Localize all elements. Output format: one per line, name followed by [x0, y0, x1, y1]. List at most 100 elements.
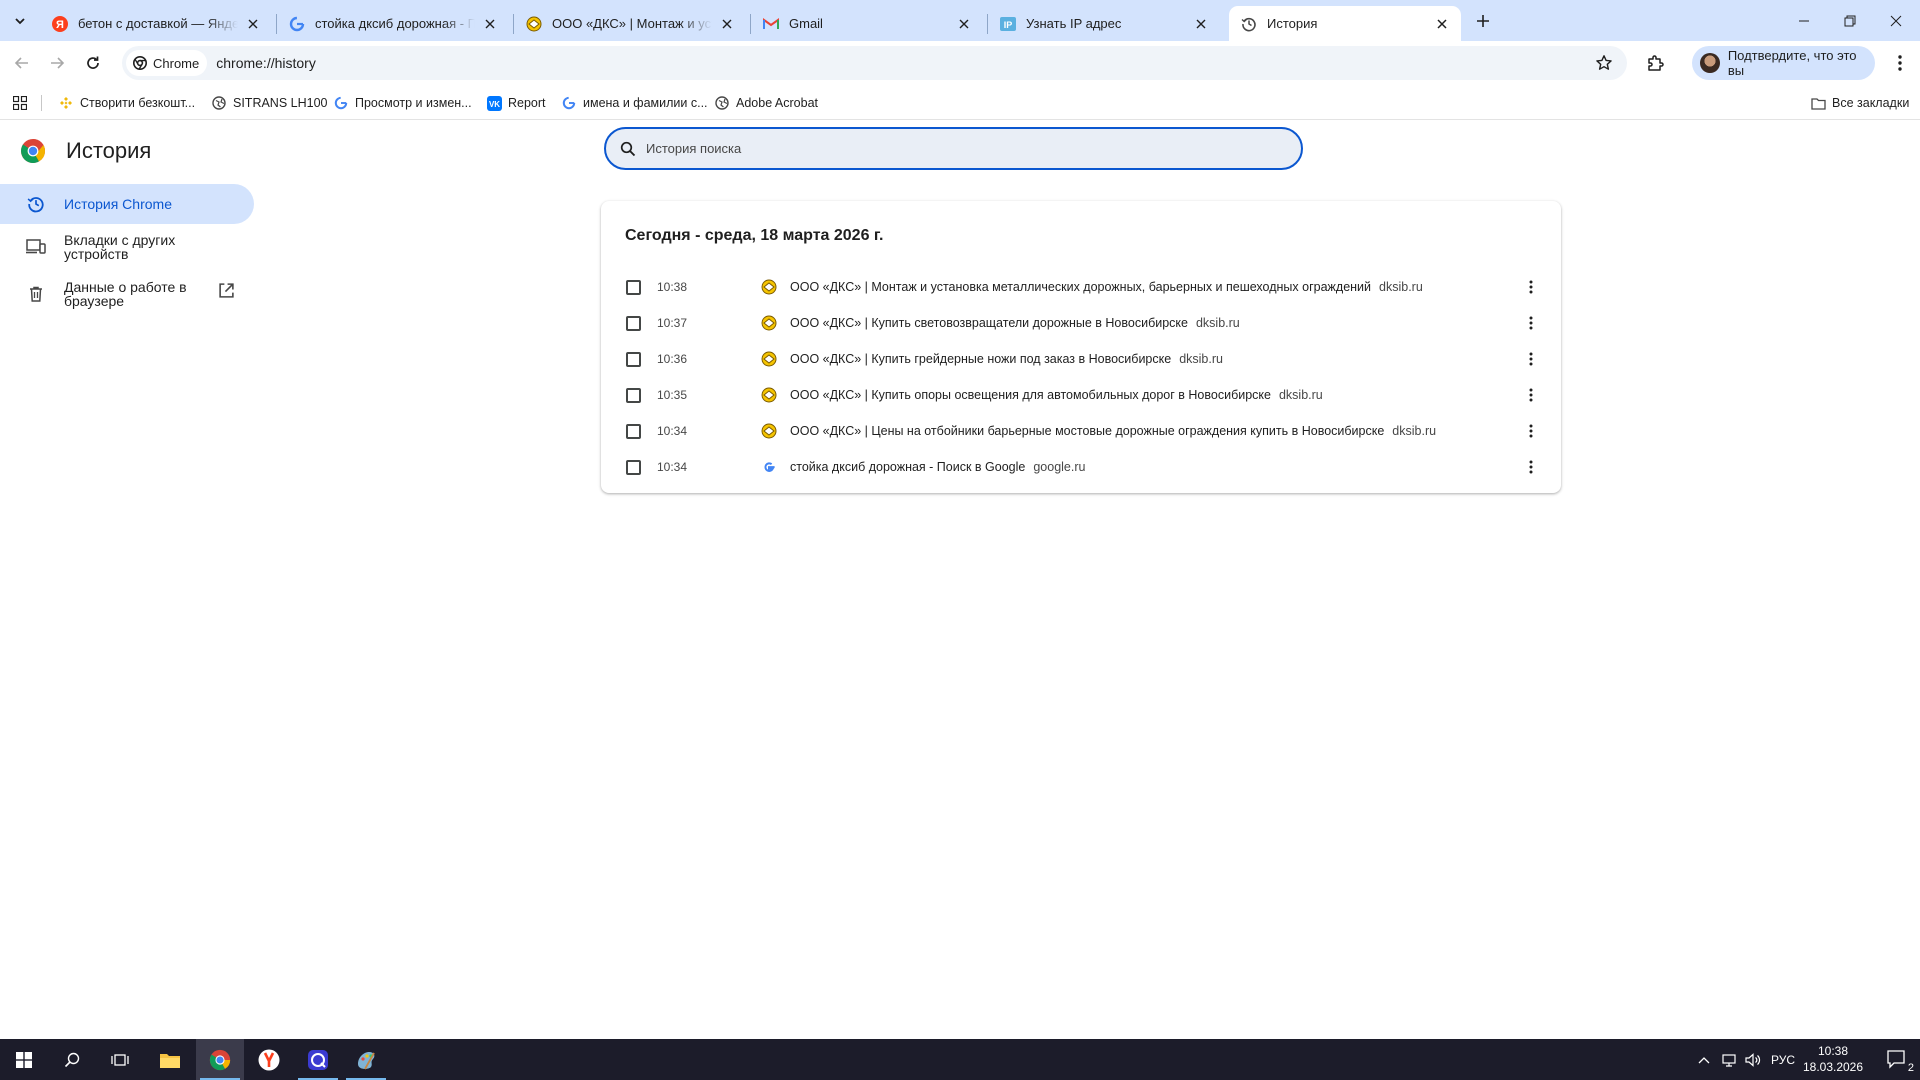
entry-domain: dksib.ru [1278, 388, 1323, 402]
extensions-button[interactable] [1640, 48, 1670, 78]
address-bar[interactable]: Chrome chrome://history [122, 46, 1627, 80]
toolbar: Chrome chrome://history Подтвердите, что… [0, 41, 1920, 85]
sidebar-item-other-devices[interactable]: Вкладки с других устройств [0, 225, 254, 269]
bookmark-label: имена и фамилии с... [583, 96, 708, 110]
entry-time: 10:34 [657, 424, 688, 438]
volume-button[interactable] [1742, 1039, 1764, 1080]
site-info-chip[interactable]: Chrome [126, 50, 208, 76]
google-icon [561, 95, 577, 111]
tab-gmail[interactable]: Gmail [751, 6, 983, 41]
history-entry[interactable]: 10:37 ООО «ДКС» | Купить световозвращател… [601, 305, 1561, 341]
entry-actions-button[interactable] [1521, 349, 1541, 369]
entry-actions-button[interactable] [1521, 457, 1541, 477]
trash-icon [26, 284, 46, 304]
bookmark-acrobat[interactable]: Adobe Acrobat [714, 91, 818, 115]
url-text: chrome://history [216, 55, 316, 71]
close-icon[interactable] [1192, 15, 1210, 33]
entry-domain: google.ru [1033, 460, 1086, 474]
clock[interactable]: 10:38 18.03.2026 [1788, 1043, 1878, 1075]
dks-icon [761, 279, 777, 295]
tab-title: История [1267, 16, 1318, 31]
minimize-button[interactable] [1781, 0, 1827, 41]
history-search-box[interactable] [604, 127, 1303, 170]
entry-actions-button[interactable] [1521, 313, 1541, 333]
entry-actions-button[interactable] [1521, 277, 1541, 297]
dks-icon [526, 16, 542, 32]
history-icon [26, 194, 46, 214]
chrome-icon [209, 1049, 231, 1070]
entry-link[interactable]: ООО «ДКС» | Монтаж и установка металличе… [790, 280, 1423, 294]
entry-link[interactable]: стойка дксиб дорожная - Поиск в Google go… [790, 460, 1085, 474]
app-button[interactable] [294, 1039, 342, 1080]
task-view-button[interactable] [96, 1039, 144, 1080]
bookmark-sitrans[interactable]: SITRANS LH100 [211, 91, 327, 115]
entry-checkbox[interactable] [626, 388, 641, 403]
entry-checkbox[interactable] [626, 280, 641, 295]
restore-button[interactable] [1827, 0, 1873, 41]
bookmark-names[interactable]: имена и фамилии с... [561, 91, 708, 115]
star-icon[interactable] [1595, 54, 1613, 72]
profile-button[interactable]: Подтвердите, что это вы [1692, 46, 1875, 80]
entry-link[interactable]: ООО «ДКС» | Цены на отбойники барьерные … [790, 424, 1436, 438]
forward-button[interactable] [42, 48, 72, 78]
close-icon[interactable] [1433, 15, 1451, 33]
sidebar: История Chrome Вкладки с других устройст… [0, 184, 254, 316]
network-button[interactable] [1718, 1039, 1740, 1080]
close-icon[interactable] [955, 15, 973, 33]
dks-icon [761, 423, 777, 439]
history-entry[interactable]: 10:36 ООО «ДКС» | Купить грейдерные ножи … [601, 341, 1561, 377]
tray-overflow-button[interactable] [1694, 1039, 1714, 1080]
notifications-button[interactable]: 2 [1876, 1039, 1920, 1080]
entry-actions-button[interactable] [1521, 421, 1541, 441]
history-search-input[interactable] [646, 141, 1246, 156]
entry-checkbox[interactable] [626, 352, 641, 367]
bookmark-report[interactable]: VK Report [486, 91, 546, 115]
paint-button[interactable] [342, 1039, 390, 1080]
new-tab-button[interactable] [1470, 8, 1496, 34]
search-button[interactable] [48, 1039, 96, 1080]
entry-link[interactable]: ООО «ДКС» | Купить световозвращатели дор… [790, 316, 1240, 330]
chrome-menu-button[interactable] [1885, 48, 1915, 78]
tab-dks[interactable]: ООО «ДКС» | Монтаж и установ [514, 6, 746, 41]
reload-button[interactable] [78, 48, 108, 78]
close-icon[interactable] [244, 15, 262, 33]
tab-strip: Я бетон с доставкой — Яндекс: на стойка … [0, 0, 1920, 41]
close-window-button[interactable] [1873, 0, 1919, 41]
devices-icon [26, 237, 46, 257]
tab-search-button[interactable] [7, 8, 33, 34]
back-button[interactable] [7, 48, 37, 78]
file-explorer-button[interactable] [146, 1039, 194, 1080]
kebab-menu-icon [1529, 352, 1533, 366]
tab-title: ООО «ДКС» | Монтаж и установ [552, 16, 712, 31]
bookmark-google-view[interactable]: Просмотр и измен... [333, 91, 472, 115]
history-entry[interactable]: 10:34 ООО «ДКС» | Цены на отбойники барье… [601, 413, 1561, 449]
tab-google-search[interactable]: стойка дксиб дорожная - Поиск [277, 6, 509, 41]
tab-yandex[interactable]: Я бетон с доставкой — Яндекс: на [40, 6, 272, 41]
history-entry[interactable]: 10:38 ООО «ДКС» | Монтаж и установка мета… [601, 269, 1561, 305]
history-entry[interactable]: 10:35 ООО «ДКС» | Купить опоры освещения … [601, 377, 1561, 413]
sidebar-item-chrome-history[interactable]: История Chrome [0, 184, 254, 224]
entry-title: ООО «ДКС» | Купить грейдерные ножи под з… [790, 352, 1172, 366]
chrome-taskbar-button[interactable] [196, 1039, 244, 1080]
all-bookmarks-button[interactable]: Все закладки [1810, 91, 1909, 115]
entry-link[interactable]: ООО «ДКС» | Купить опоры освещения для а… [790, 388, 1323, 402]
clock-date: 18.03.2026 [1802, 1060, 1864, 1074]
entry-link[interactable]: ООО «ДКС» | Купить грейдерные ножи под з… [790, 352, 1223, 366]
task-view-icon [111, 1053, 129, 1066]
entry-checkbox[interactable] [626, 424, 641, 439]
apps-button[interactable] [10, 93, 30, 113]
entry-actions-button[interactable] [1521, 385, 1541, 405]
entry-checkbox[interactable] [626, 460, 641, 475]
bookmark-binance[interactable]: Створити безкошт... [58, 91, 195, 115]
history-entry[interactable]: 10:34 стойка дксиб дорожная - Поиск в Goo… [601, 449, 1561, 485]
close-icon[interactable] [481, 15, 499, 33]
entry-checkbox[interactable] [626, 316, 641, 331]
globe-icon [714, 95, 730, 111]
yandex-browser-button[interactable] [245, 1039, 293, 1080]
tab-history[interactable]: История [1229, 6, 1461, 41]
tab-ip[interactable]: IP Узнать IP адрес [988, 6, 1220, 41]
close-icon[interactable] [718, 15, 736, 33]
sidebar-item-clear-browsing-data[interactable]: Данные о работе в браузере [0, 272, 254, 316]
entry-time: 10:37 [657, 316, 688, 330]
start-button[interactable] [0, 1039, 48, 1080]
